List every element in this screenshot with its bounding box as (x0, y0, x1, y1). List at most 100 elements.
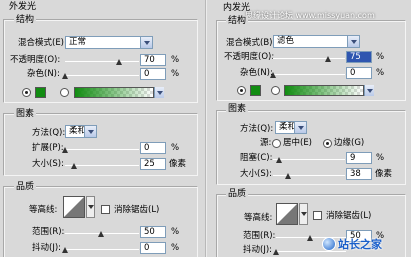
left-antialias-checkbox[interactable] (101, 205, 110, 214)
left-quality-title: 品质 (14, 182, 37, 192)
left-blend-mode-select[interactable]: 正常 (65, 36, 153, 49)
right-quality-title: 品质 (226, 189, 249, 199)
right-range-label: 范围(R): (243, 231, 276, 241)
panel-divider (205, 0, 207, 257)
left-spread-slider[interactable] (65, 149, 139, 150)
right-opacity-thumb[interactable] (325, 56, 331, 62)
left-size-label: 大小(S): (32, 159, 64, 169)
chevron-down-icon (347, 36, 359, 47)
right-choke-unit: % (376, 153, 385, 163)
left-method-select[interactable]: 柔和 (65, 125, 97, 138)
chevron-down-icon (84, 126, 96, 137)
left-noise-unit: % (171, 69, 180, 79)
left-spread-thumb[interactable] (62, 147, 68, 153)
left-range-thumb[interactable] (98, 231, 104, 237)
logo-globe-icon (322, 237, 336, 251)
left-glow-color-swatch[interactable] (35, 87, 46, 98)
left-contour-label: 等高线: (29, 205, 58, 215)
left-size-field[interactable]: 25 (140, 158, 166, 170)
right-source-edge-radio[interactable] (323, 139, 332, 148)
left-jitter-field[interactable]: 0 (140, 242, 166, 254)
left-range-unit: % (171, 227, 180, 237)
left-spread-label: 扩展(P): (32, 143, 64, 153)
left-noise-label: 杂色(N): (27, 69, 60, 79)
right-opacity-label: 不透明度(O): (224, 52, 275, 62)
left-structure-title: 结构 (14, 15, 37, 25)
right-glow-gradient-swatch[interactable] (284, 85, 364, 96)
left-contour-preview[interactable] (63, 196, 85, 218)
left-jitter-thumb[interactable] (62, 247, 68, 253)
right-choke-thumb[interactable] (276, 157, 282, 163)
right-noise-slider[interactable] (273, 74, 345, 75)
right-method-select[interactable]: 柔和 (275, 121, 307, 134)
right-jitter-thumb[interactable] (273, 249, 279, 255)
right-range-thumb[interactable] (307, 235, 313, 241)
left-jitter-label: 抖动(J): (32, 243, 62, 253)
right-size-label: 大小(S): (240, 169, 272, 179)
right-structure-title: 结构 (226, 16, 249, 26)
right-antialias-checkbox[interactable] (313, 211, 322, 220)
right-noise-field[interactable]: 0 (346, 67, 372, 79)
left-blend-mode-value: 正常 (69, 37, 87, 47)
left-contour-dropdown[interactable] (86, 196, 95, 218)
right-gradient-chevron-down-icon[interactable] (364, 85, 374, 96)
left-opacity-label: 不透明度(O): (10, 55, 61, 65)
left-gradient-chevron-down-icon[interactable] (154, 87, 164, 98)
right-size-thumb[interactable] (285, 173, 291, 179)
right-size-unit: 像素 (375, 169, 393, 179)
logo-text: 站长之家 (338, 238, 382, 251)
right-choke-field[interactable]: 9 (346, 152, 372, 164)
right-size-field[interactable]: 38 (346, 168, 372, 180)
chevron-down-icon (140, 37, 152, 48)
left-antialias-label: 消除锯齿(L) (114, 205, 160, 215)
right-noise-label: 杂色(N): (240, 68, 273, 78)
right-opacity-slider[interactable] (273, 58, 345, 59)
right-antialias-label: 消除锯齿(L) (326, 211, 372, 221)
right-opacity-field[interactable]: 75 (346, 51, 372, 63)
right-source-label: 源: (260, 138, 272, 148)
right-opacity-unit: % (376, 52, 385, 62)
left-spread-unit: % (171, 143, 180, 153)
right-contour-dropdown[interactable] (299, 203, 308, 225)
right-source-edge-label: 边缘(G) (334, 138, 365, 148)
right-choke-slider[interactable] (273, 159, 345, 160)
left-glow-gradient-swatch[interactable] (74, 87, 154, 98)
right-gradient-radio[interactable] (271, 86, 280, 95)
left-range-field[interactable]: 50 (140, 226, 166, 238)
right-size-slider[interactable] (273, 175, 345, 176)
left-opacity-slider[interactable] (65, 61, 139, 62)
left-opacity-unit: % (171, 55, 180, 65)
right-source-center-radio[interactable] (272, 139, 281, 148)
right-blend-mode-label: 混合模式(B): (226, 38, 276, 48)
left-noise-slider[interactable] (65, 75, 139, 76)
left-method-label: 方法(Q): (32, 128, 66, 138)
right-contour-preview[interactable] (276, 203, 298, 225)
left-noise-thumb[interactable] (62, 73, 68, 79)
chevron-down-icon (294, 122, 306, 133)
left-range-label: 范围(R): (32, 227, 65, 237)
right-elements-title: 图素 (226, 104, 249, 114)
left-jitter-unit: % (171, 243, 180, 253)
right-blend-mode-select[interactable]: 滤色 (273, 35, 360, 48)
right-method-label: 方法(Q): (240, 124, 274, 134)
right-glow-color-swatch[interactable] (250, 85, 261, 96)
left-opacity-field[interactable]: 70 (140, 54, 166, 66)
left-color-radio[interactable] (22, 88, 31, 97)
left-noise-field[interactable]: 0 (140, 68, 166, 80)
left-spread-field[interactable]: 0 (140, 142, 166, 154)
right-noise-unit: % (376, 68, 385, 78)
left-jitter-slider[interactable] (65, 249, 139, 250)
left-elements-title: 图素 (14, 109, 37, 119)
right-source-center-label: 居中(E) (283, 138, 313, 148)
right-blend-mode-value: 滤色 (277, 36, 295, 46)
right-contour-label: 等高线: (244, 213, 273, 223)
outer-glow-title: 外发光 (8, 2, 38, 12)
left-size-thumb[interactable] (71, 163, 77, 169)
site-logo: 站长之家 (322, 236, 382, 252)
left-gradient-radio[interactable] (60, 88, 69, 97)
left-size-unit: 像素 (169, 159, 187, 169)
right-noise-thumb[interactable] (270, 72, 276, 78)
right-choke-label: 阻塞(C): (240, 153, 273, 163)
left-opacity-thumb[interactable] (116, 59, 122, 65)
right-color-radio[interactable] (237, 86, 246, 95)
